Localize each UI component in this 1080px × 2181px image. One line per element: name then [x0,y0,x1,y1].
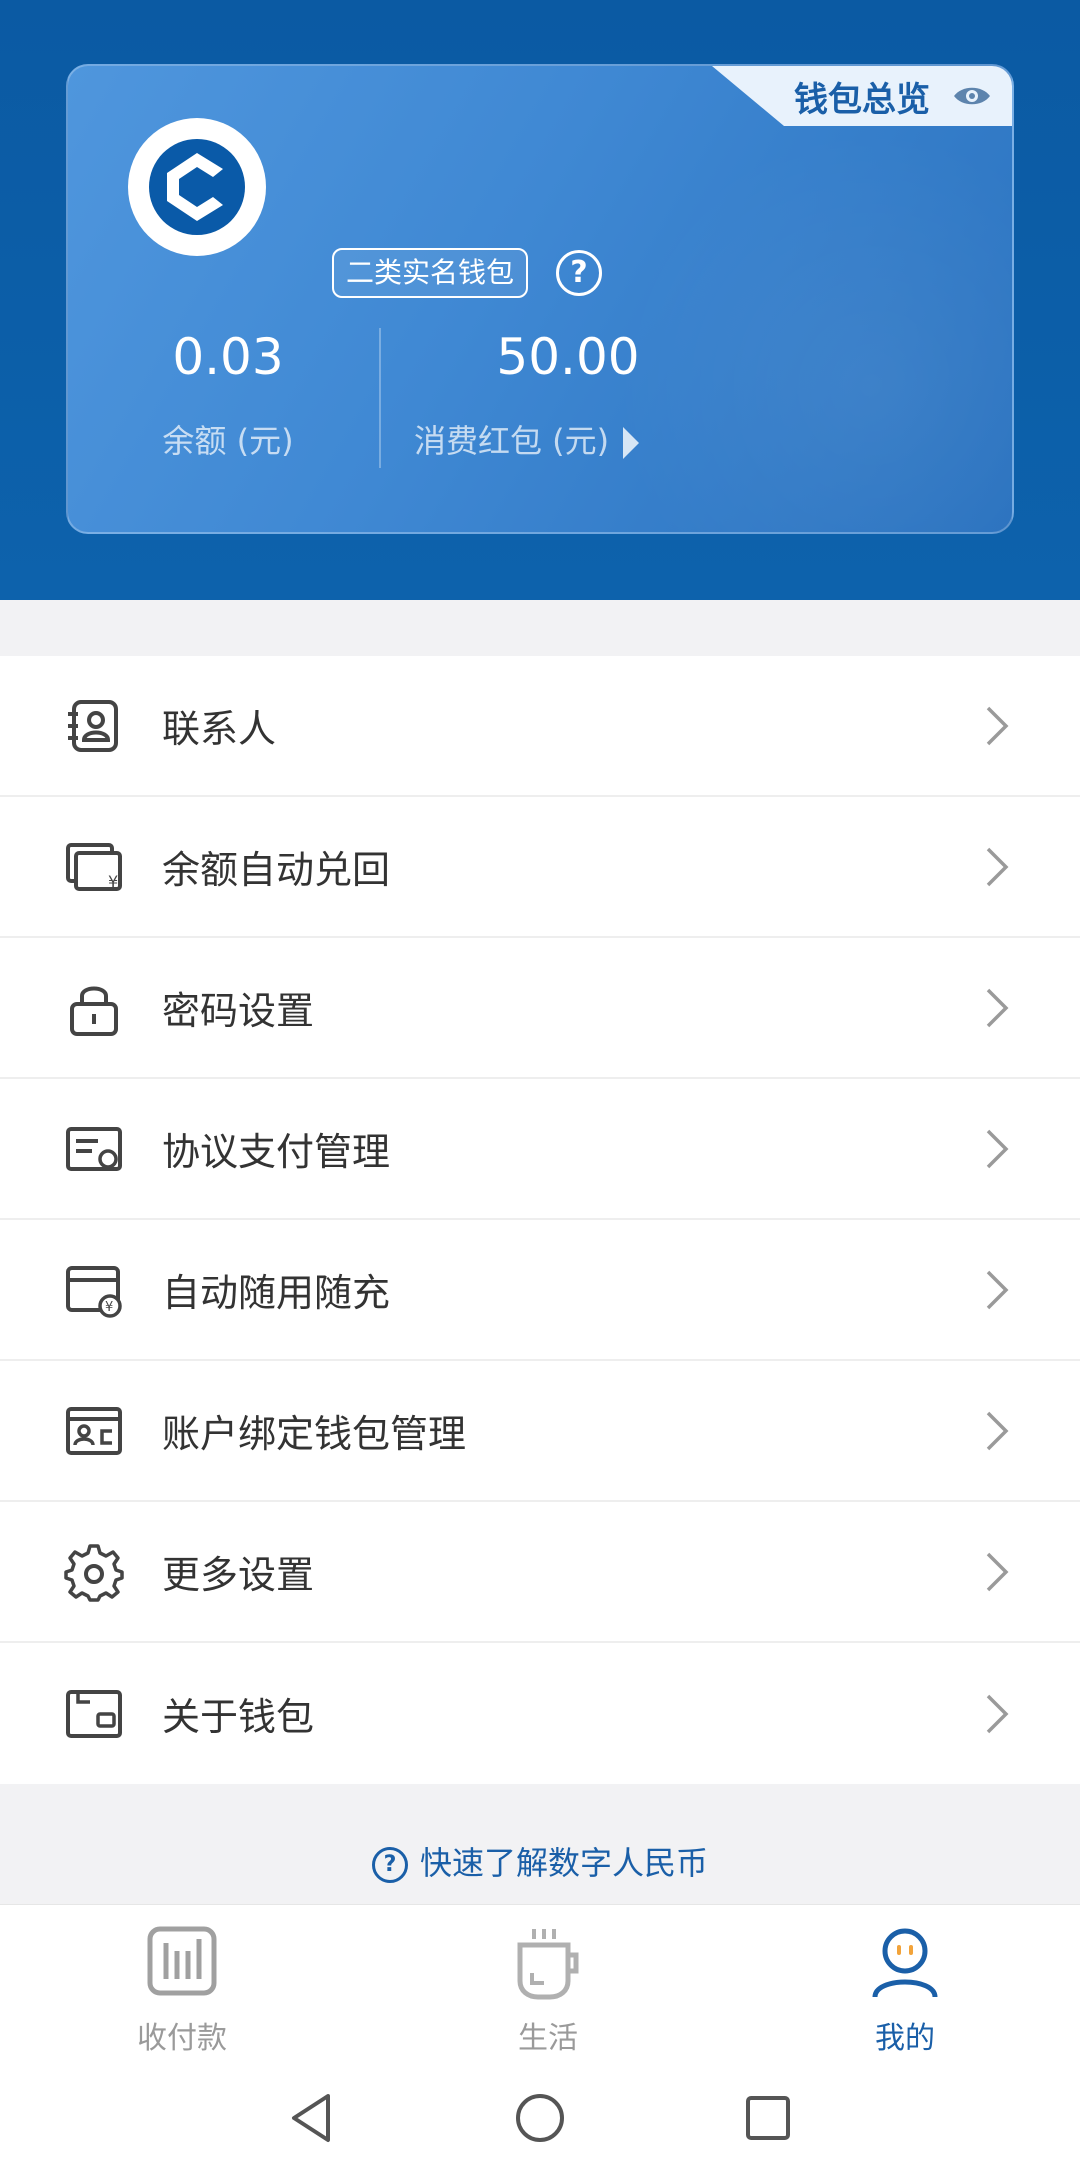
tab-life-label: 生活 [518,2021,578,2056]
menu-item-more-settings[interactable]: 更多设置 [0,1502,1080,1643]
agreement-payment-icon [66,1126,122,1171]
bank-logo [128,118,266,256]
wallet-icon [66,1689,122,1738]
profile-icon [872,1928,938,1998]
settings-menu: 联系人 ¥ 余额自动兑回 密码设置 协议支付管理 ¥ 自动随用随充 账户绑定钱包… [0,656,1080,1784]
tab-mine-label: 我的 [875,2021,935,2056]
tab-payment[interactable]: 收付款 [52,1905,312,2056]
menu-label-agreement-payment: 协议支付管理 [162,1130,391,1174]
menu-label-more-settings: 更多设置 [162,1553,315,1597]
chevron-right-icon [986,706,1009,745]
chevron-right-icon [986,1270,1009,1309]
menu-label-auto-topup: 自动随用随充 [162,1271,391,1315]
menu-label-password-settings: 密码设置 [162,989,315,1033]
menu-item-auto-topup[interactable]: ¥ 自动随用随充 [0,1220,1080,1361]
menu-label-auto-redeem: 余额自动兑回 [162,848,391,892]
chevron-right-icon [986,1411,1009,1450]
tab-payment-label: 收付款 [137,2021,227,2056]
back-triangle-icon[interactable] [284,2090,340,2146]
redpacket-link[interactable]: 消费红包 (元) [414,416,640,462]
redpacket-label: 消费红包 (元) [414,422,610,460]
coffee-cup-icon [517,1929,579,2000]
chevron-right-icon [986,847,1009,886]
eye-icon[interactable] [952,84,992,108]
menu-item-auto-redeem[interactable]: ¥ 余额自动兑回 [0,797,1080,938]
wallet-overview-tab[interactable]: 钱包总览 [712,66,1012,126]
payment-icon [147,1926,217,1996]
balance-amount: 0.03 [172,328,284,386]
menu-label-account-binding: 账户绑定钱包管理 [162,1412,467,1456]
quick-help-link[interactable]: ? 快速了解数字人民币 [0,1838,1080,1884]
gear-icon [64,1543,124,1602]
menu-item-about-wallet[interactable]: 关于钱包 [0,1643,1080,1784]
question-circle-icon: ? [371,1847,408,1883]
chevron-right-icon [986,988,1009,1027]
home-circle-icon[interactable] [512,2090,568,2146]
help-icon[interactable]: ? [556,250,602,296]
menu-item-password-settings[interactable]: 密码设置 [0,938,1080,1079]
auto-topup-icon: ¥ [66,1265,122,1318]
menu-label-about-wallet: 关于钱包 [162,1695,315,1739]
wallet-type-badge: 二类实名钱包 [332,248,529,298]
contacts-icon [68,699,118,752]
chevron-right-icon [986,1552,1009,1591]
wallet-profile-screen: 钱包总览 二类实名钱包 ? 0.03 50.00 余额 (元) 消费红包 (元)… [0,0,1080,2181]
quick-help-label: 快速了解数字人民币 [419,1844,708,1882]
wallet-overview-label: 钱包总览 [794,79,930,120]
redpacket-amount: 50.00 [496,328,640,386]
svg-text:¥: ¥ [105,1300,113,1315]
triangle-right-icon [623,427,640,459]
auto-redeem-icon: ¥ [66,842,122,891]
chevron-right-icon [986,1129,1009,1168]
svg-text:¥: ¥ [108,872,118,891]
menu-item-account-binding[interactable]: 账户绑定钱包管理 [0,1361,1080,1502]
system-navigation-bar [0,2054,1080,2181]
tab-life[interactable]: 生活 [418,1905,678,2056]
chevron-right-icon [986,1694,1009,1733]
header-background: 钱包总览 二类实名钱包 ? 0.03 50.00 余额 (元) 消费红包 (元) [0,0,1080,600]
tab-mine[interactable]: 我的 [775,1905,1035,2056]
menu-label-contacts: 联系人 [162,707,277,751]
recents-square-icon[interactable] [740,2090,796,2146]
menu-item-agreement-payment[interactable]: 协议支付管理 [0,1079,1080,1220]
card-divider [379,328,381,468]
bottom-navigation: 收付款 生活 我的 [0,1904,1080,2056]
lock-icon [70,986,118,1036]
balance-label: 余额 (元) [162,422,294,460]
menu-item-contacts[interactable]: 联系人 [0,656,1080,797]
wallet-card: 钱包总览 二类实名钱包 ? 0.03 50.00 余额 (元) 消费红包 (元) [66,64,1014,534]
id-card-icon [66,1406,122,1455]
bank-logo-icon [149,139,245,235]
